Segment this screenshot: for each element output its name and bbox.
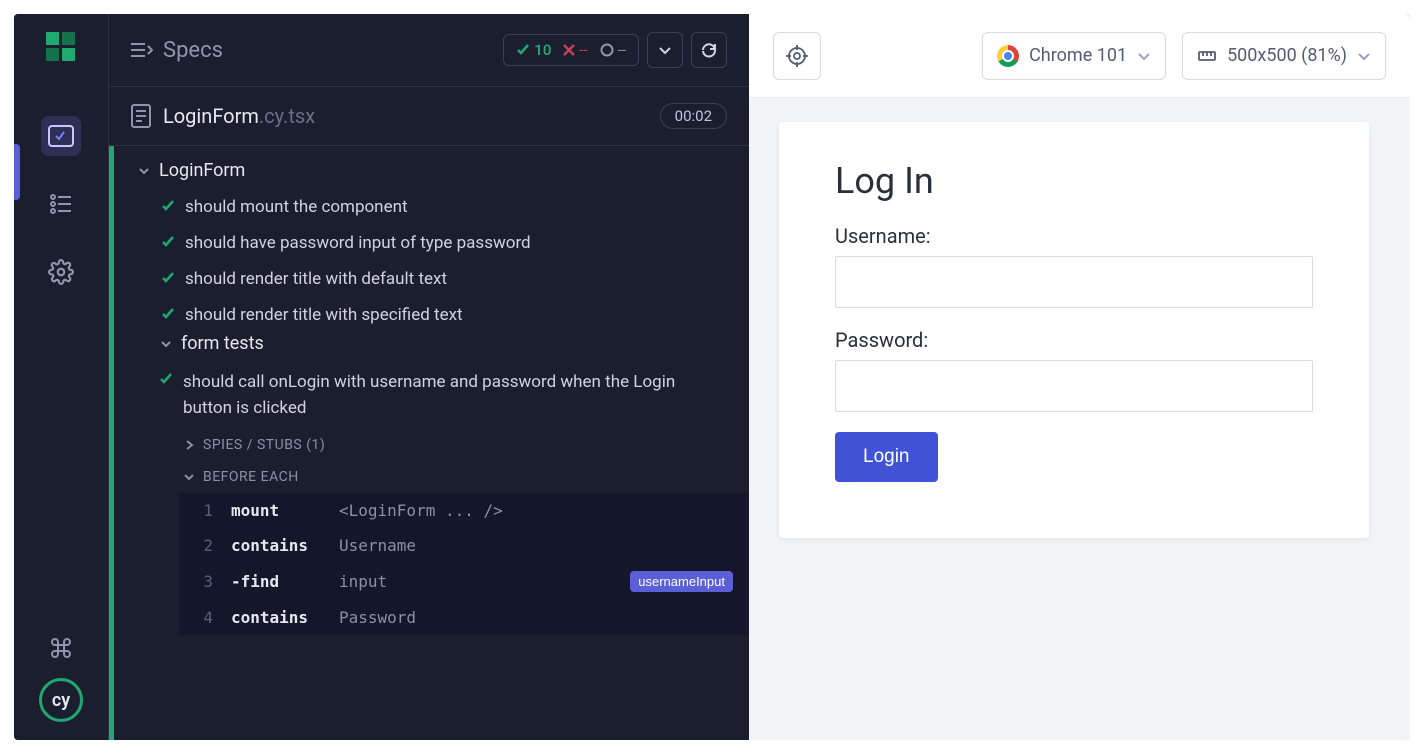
command-arg: Password [339,608,416,627]
test-stats: 10 -- -- [503,34,639,66]
ruler-icon [1197,46,1217,66]
pass-count: 10 [516,41,551,59]
command-row[interactable]: 4 contains Password [179,600,749,635]
command-number: 1 [195,501,213,520]
command-name: mount [231,501,321,520]
test-item[interactable]: should render title with default text [137,261,749,297]
nested-suite-toggle[interactable]: form tests [137,333,749,354]
nav-settings-icon[interactable] [41,252,81,292]
fail-count: -- [563,41,587,59]
specs-title: Specs [163,38,223,63]
file-extension: .cy.tsx [259,104,315,128]
app-logo-icon [46,32,76,62]
rerun-button[interactable] [691,32,727,68]
specs-header: Specs 10 -- -- [109,14,749,87]
test-list: LoginForm should mount the component sho… [109,146,749,740]
nav-runs-icon[interactable] [41,184,81,224]
cypress-logo-icon[interactable]: cy [39,678,83,722]
chevron-down-icon [1137,51,1151,61]
nav-specs-icon[interactable] [41,116,81,156]
check-icon [159,372,173,386]
active-indicator [14,144,20,200]
nav-rail: cy [14,14,109,740]
spies-section-toggle[interactable]: SPIES / STUBS (1) [137,429,749,461]
username-label: Username: [835,224,1313,248]
login-button[interactable]: Login [835,432,938,482]
command-row[interactable]: 2 contains Username [179,528,749,563]
login-title: Log In [835,160,1313,202]
login-form-preview: Log In Username: Password: Login [779,122,1369,538]
selector-playground-button[interactable] [773,32,821,80]
test-item[interactable]: should have password input of type passw… [137,225,749,261]
browser-selector[interactable]: Chrome 101 [982,32,1166,80]
test-item[interactable]: should render title with specified text [137,297,749,333]
specs-panel: Specs 10 -- -- [109,14,749,740]
command-row[interactable]: 3 -find input usernameInput [179,563,749,600]
viewport-selector[interactable]: 500x500 (81%) [1182,32,1386,80]
preview-stage: Log In Username: Password: Login [749,98,1410,740]
browser-label: Chrome 101 [1029,45,1127,66]
test-duration: 00:02 [660,103,727,129]
command-log: 1 mount <LoginForm ... /> 2 contains Use… [179,493,749,635]
test-item[interactable]: should call onLogin with username and pa… [137,362,749,429]
file-icon [131,104,151,128]
password-label: Password: [835,328,1313,352]
command-row[interactable]: 1 mount <LoginForm ... /> [179,493,749,528]
command-name: -find [231,572,321,591]
pass-indicator-bar [109,146,114,740]
command-number: 3 [195,572,213,591]
chevron-down-icon [1357,51,1371,61]
command-name: contains [231,608,321,627]
pending-count: -- [600,41,626,59]
test-title: should have password input of type passw… [185,233,531,253]
check-icon [161,199,175,213]
check-icon [161,235,175,249]
suite-name: LoginForm [159,160,245,181]
check-icon [161,271,175,285]
alias-tag: usernameInput [630,571,733,592]
password-input[interactable] [835,360,1313,412]
spies-label: SPIES / STUBS (1) [203,437,325,453]
command-number: 2 [195,536,213,555]
file-name: LoginForm [163,104,259,128]
nested-suite-name: form tests [181,333,264,354]
keyboard-shortcuts-icon[interactable] [41,628,81,668]
test-title: should render title with default text [185,269,447,289]
command-number: 4 [195,608,213,627]
username-input[interactable] [835,256,1313,308]
test-title: should mount the component [185,197,408,217]
preview-panel: Chrome 101 500x500 (81%) Log In Username… [749,14,1410,740]
command-arg: input [339,572,387,591]
viewport-label: 500x500 (81%) [1227,45,1347,66]
command-name: contains [231,536,321,555]
check-icon [161,307,175,321]
test-title: should call onLogin with username and pa… [183,370,709,421]
preview-toolbar: Chrome 101 500x500 (81%) [749,14,1410,98]
chrome-icon [997,45,1019,67]
before-each-label: BEFORE EACH [203,469,299,485]
cypress-logo-text: cy [52,690,70,711]
before-each-toggle[interactable]: BEFORE EACH [137,461,749,493]
collapse-icon[interactable] [131,40,153,60]
test-item[interactable]: should mount the component [137,189,749,225]
options-dropdown-button[interactable] [647,32,683,68]
test-title: should render title with specified text [185,305,463,325]
command-arg: Username [339,536,416,555]
command-arg: <LoginForm ... /> [339,501,503,520]
spec-file-row[interactable]: LoginForm .cy.tsx 00:02 [109,87,749,146]
suite-toggle[interactable]: LoginForm [137,160,749,181]
